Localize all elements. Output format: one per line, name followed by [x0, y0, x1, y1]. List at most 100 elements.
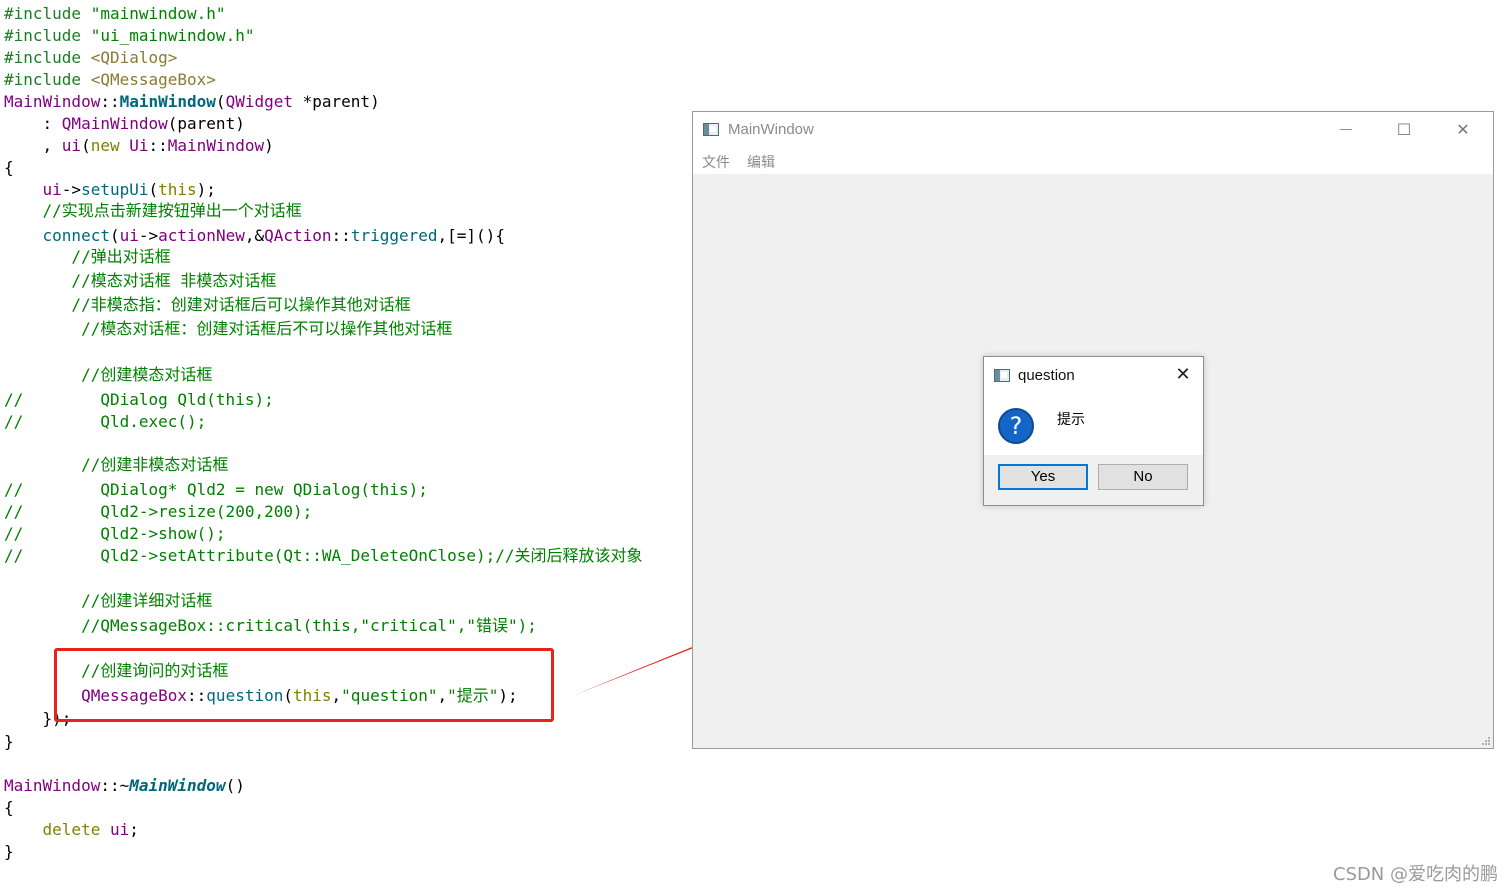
code-token: "mainwindow.h"	[90, 4, 226, 23]
code-line: {	[4, 797, 14, 819]
code-token: // Qld.exec();	[4, 412, 207, 431]
code-token: *parent)	[293, 92, 380, 111]
code-token: //实现点击新建按钮弹出一个对话框	[4, 201, 302, 220]
menu-bar: 文件 编辑	[693, 148, 1493, 174]
no-button[interactable]: No	[1098, 464, 1188, 490]
question-icon: ?	[998, 408, 1034, 444]
code-line: //弹出对话框	[4, 246, 171, 268]
code-line: connect(ui->actionNew,&QAction::triggere…	[4, 225, 505, 247]
dialog-window-icon	[994, 369, 1010, 382]
code-token: ,&	[244, 226, 265, 245]
question-dialog: question ✕ ? 提示 Yes No	[983, 356, 1204, 506]
code-token: ::	[148, 136, 168, 155]
code-line: //实现点击新建按钮弹出一个对话框	[4, 200, 302, 222]
code-token: //创建模态对话框	[4, 365, 213, 384]
code-editor: #include "mainwindow.h" #include "ui_main…	[0, 0, 690, 892]
code-token: ,	[4, 136, 62, 155]
main-window-titlebar[interactable]: MainWindow — ☐ ✕	[693, 112, 1493, 148]
code-token: ui	[42, 180, 62, 199]
code-token: ui	[109, 820, 130, 839]
code-token: #include	[4, 4, 91, 23]
code-token: #include	[4, 26, 91, 45]
code-token: //创建详细对话框	[4, 591, 213, 610]
code-token: ui	[119, 226, 139, 245]
code-line: //非模态指：创建对话框后可以操作其他对话框	[4, 294, 410, 316]
code-token: ()	[225, 776, 245, 795]
code-token: triggered	[350, 226, 438, 245]
code-token: MainWindow	[4, 92, 101, 111]
minimize-button[interactable]: —	[1318, 112, 1374, 148]
code-token: {	[4, 158, 14, 177]
menu-file[interactable]: 文件	[702, 152, 730, 172]
code-token: ::~	[100, 776, 130, 795]
code-line: //创建非模态对话框	[4, 454, 228, 476]
code-token: (parent)	[167, 114, 245, 133]
dialog-close-button[interactable]: ✕	[1163, 357, 1203, 393]
dialog-button-bar: Yes No	[984, 455, 1203, 505]
code-line: // Qld2->resize(200,200);	[4, 501, 312, 523]
code-token: ::	[100, 92, 120, 111]
code-token: ->	[138, 226, 159, 245]
code-token: (	[109, 226, 120, 245]
code-line: : QMainWindow(parent)	[4, 113, 245, 135]
code-line: #include "ui_mainwindow.h"	[4, 25, 254, 47]
code-token: //模态对话框 非模态对话框	[4, 271, 277, 290]
code-token: //模态对话框：创建对话框后不可以操作其他对话框	[4, 319, 453, 338]
code-token: // QDialog* Qld2 = new QDialog(this);	[4, 480, 428, 499]
code-line: // QDialog* Qld2 = new QDialog(this);	[4, 479, 428, 501]
watermark: CSDN @爱吃肉的鹏	[1332, 864, 1498, 885]
code-token: this	[158, 180, 197, 199]
code-token: <QMessageBox>	[90, 70, 216, 89]
code-token: #include	[4, 70, 91, 89]
code-token: // Qld2->resize(200,200);	[4, 502, 313, 521]
code-line: // Qld.exec();	[4, 411, 206, 433]
code-token: {	[4, 798, 14, 817]
code-line: , ui(new Ui::MainWindow)	[4, 135, 274, 157]
code-token: Ui	[129, 136, 149, 155]
code-line: delete ui;	[4, 819, 139, 841]
code-token: (	[148, 180, 159, 199]
code-token: // QDialog Qld(this);	[4, 390, 274, 409]
code-token: "ui_mainwindow.h"	[90, 26, 255, 45]
code-line: //创建详细对话框	[4, 590, 212, 612]
code-line: MainWindow::MainWindow(QWidget *parent)	[4, 91, 380, 113]
code-token: connect	[42, 226, 110, 245]
code-line: #include "mainwindow.h"	[4, 3, 226, 25]
code-token: (	[215, 92, 226, 111]
close-button[interactable]: ✕	[1435, 112, 1491, 148]
code-line: #include <QMessageBox>	[4, 69, 216, 91]
code-token: :	[4, 114, 62, 133]
code-token: (	[81, 136, 91, 155]
code-line: }	[4, 841, 14, 863]
code-token: MainWindow	[119, 92, 216, 111]
menu-edit[interactable]: 编辑	[747, 152, 775, 172]
code-token: QMainWindow	[61, 114, 168, 133]
code-token: MainWindow	[4, 776, 101, 795]
code-line: // Qld2->show();	[4, 523, 226, 545]
code-token: ;	[129, 820, 139, 839]
code-token: delete	[42, 820, 101, 839]
code-token: ui	[61, 136, 82, 155]
code-line: //模态对话框：创建对话框后不可以操作其他对话框	[4, 318, 452, 340]
code-line: //QMessageBox::critical(this,"critical",…	[4, 615, 537, 637]
code-line: ui->setupUi(this);	[4, 179, 216, 201]
code-token: QAction	[264, 226, 332, 245]
code-line: #include <QDialog>	[4, 47, 177, 69]
code-line: MainWindow::~MainWindow()	[4, 775, 245, 797]
code-token: setupUi	[81, 180, 149, 199]
code-token: QWidget	[225, 92, 293, 111]
code-line: // Qld2->setAttribute(Qt::WA_DeleteOnClo…	[4, 545, 643, 567]
code-token: //弹出对话框	[4, 247, 171, 266]
code-token: //创建非模态对话框	[4, 455, 229, 474]
code-line: // QDialog Qld(this);	[4, 389, 274, 411]
maximize-button[interactable]: ☐	[1376, 112, 1432, 148]
yes-button[interactable]: Yes	[998, 464, 1088, 490]
code-token: ::	[331, 226, 351, 245]
code-line: //创建模态对话框	[4, 364, 212, 386]
resize-grip-icon[interactable]	[1480, 735, 1490, 745]
code-token: actionNew	[158, 226, 245, 245]
code-token: new	[90, 136, 120, 155]
